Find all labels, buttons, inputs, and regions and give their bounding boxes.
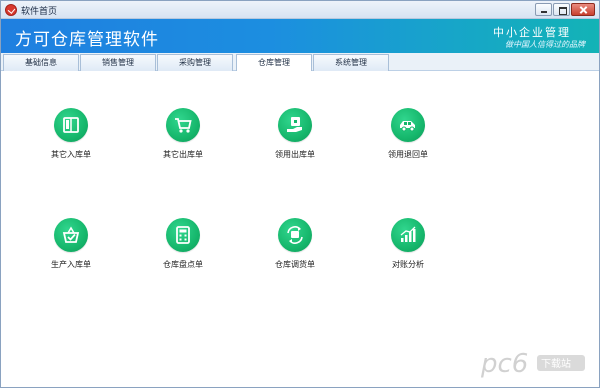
tile-production-inbound[interactable]: 生产入库单	[31, 218, 111, 270]
svg-text:pc6: pc6	[480, 349, 528, 379]
svg-text:下载站: 下载站	[541, 357, 571, 370]
tile-label: 对账分析	[392, 260, 424, 269]
header-banner: 方可仓库管理软件 中小企业管理 做中国人信得过的品牌	[1, 19, 599, 53]
pc6-watermark-logo: pc6 下载站	[480, 349, 585, 379]
brand-slogan: 中小企业管理	[493, 26, 571, 39]
tile-other-outbound[interactable]: 其它出库单	[143, 108, 223, 160]
maximize-button[interactable]	[553, 3, 570, 16]
title-bar[interactable]: 软件首页	[1, 1, 599, 19]
tab-purchase[interactable]: 采购管理	[157, 54, 233, 71]
tile-stock-count[interactable]: 仓库盘点单	[143, 218, 223, 270]
tab-basic-info[interactable]: 基础信息	[3, 54, 79, 71]
tile-reconciliation[interactable]: 对账分析	[368, 218, 448, 270]
window-controls	[535, 3, 595, 16]
tile-label: 领用出库单	[275, 150, 315, 159]
tile-requisition-outbound[interactable]: 领用出库单	[255, 108, 335, 160]
transfer-icon	[278, 218, 312, 252]
tile-label: 领用退回单	[388, 150, 428, 159]
basket-check-icon	[54, 218, 88, 252]
cart-icon	[166, 108, 200, 142]
window-title: 软件首页	[21, 7, 58, 17]
tile-label: 生产入库单	[51, 260, 91, 269]
tab-warehouse[interactable]: 仓库管理	[236, 54, 312, 72]
car-icon	[391, 108, 425, 142]
warehouse-panel: 其它入库单 其它出库单 领用出库单 领用退回单 生产入库单 仓库盘点单 仓库调货…	[1, 71, 599, 387]
tile-label: 其它入库单	[51, 150, 91, 159]
tile-requisition-return[interactable]: 领用退回单	[368, 108, 448, 160]
book-icon	[54, 108, 88, 142]
close-button[interactable]	[571, 3, 595, 16]
hand-box-icon	[278, 108, 312, 142]
app-logo-icon	[5, 4, 17, 16]
tile-other-inbound[interactable]: 其它入库单	[31, 108, 111, 160]
tile-stock-transfer[interactable]: 仓库调货单	[255, 218, 335, 270]
app-window: 软件首页 方可仓库管理软件 中小企业管理 做中国人信得过的品牌 基础信息 销售管…	[0, 0, 600, 388]
tab-system[interactable]: 系统管理	[313, 54, 389, 71]
bar-chart-icon	[391, 218, 425, 252]
app-title: 方可仓库管理软件	[15, 30, 159, 50]
calculator-icon	[166, 218, 200, 252]
tile-label: 仓库调货单	[275, 260, 315, 269]
minimize-button[interactable]	[535, 3, 552, 16]
brand-subslogan: 做中国人信得过的品牌	[505, 40, 585, 49]
tile-label: 仓库盘点单	[163, 260, 203, 269]
tile-label: 其它出库单	[163, 150, 203, 159]
tab-sales[interactable]: 销售管理	[80, 54, 156, 71]
tab-bar: 基础信息 销售管理 采购管理 仓库管理 系统管理	[1, 53, 599, 72]
